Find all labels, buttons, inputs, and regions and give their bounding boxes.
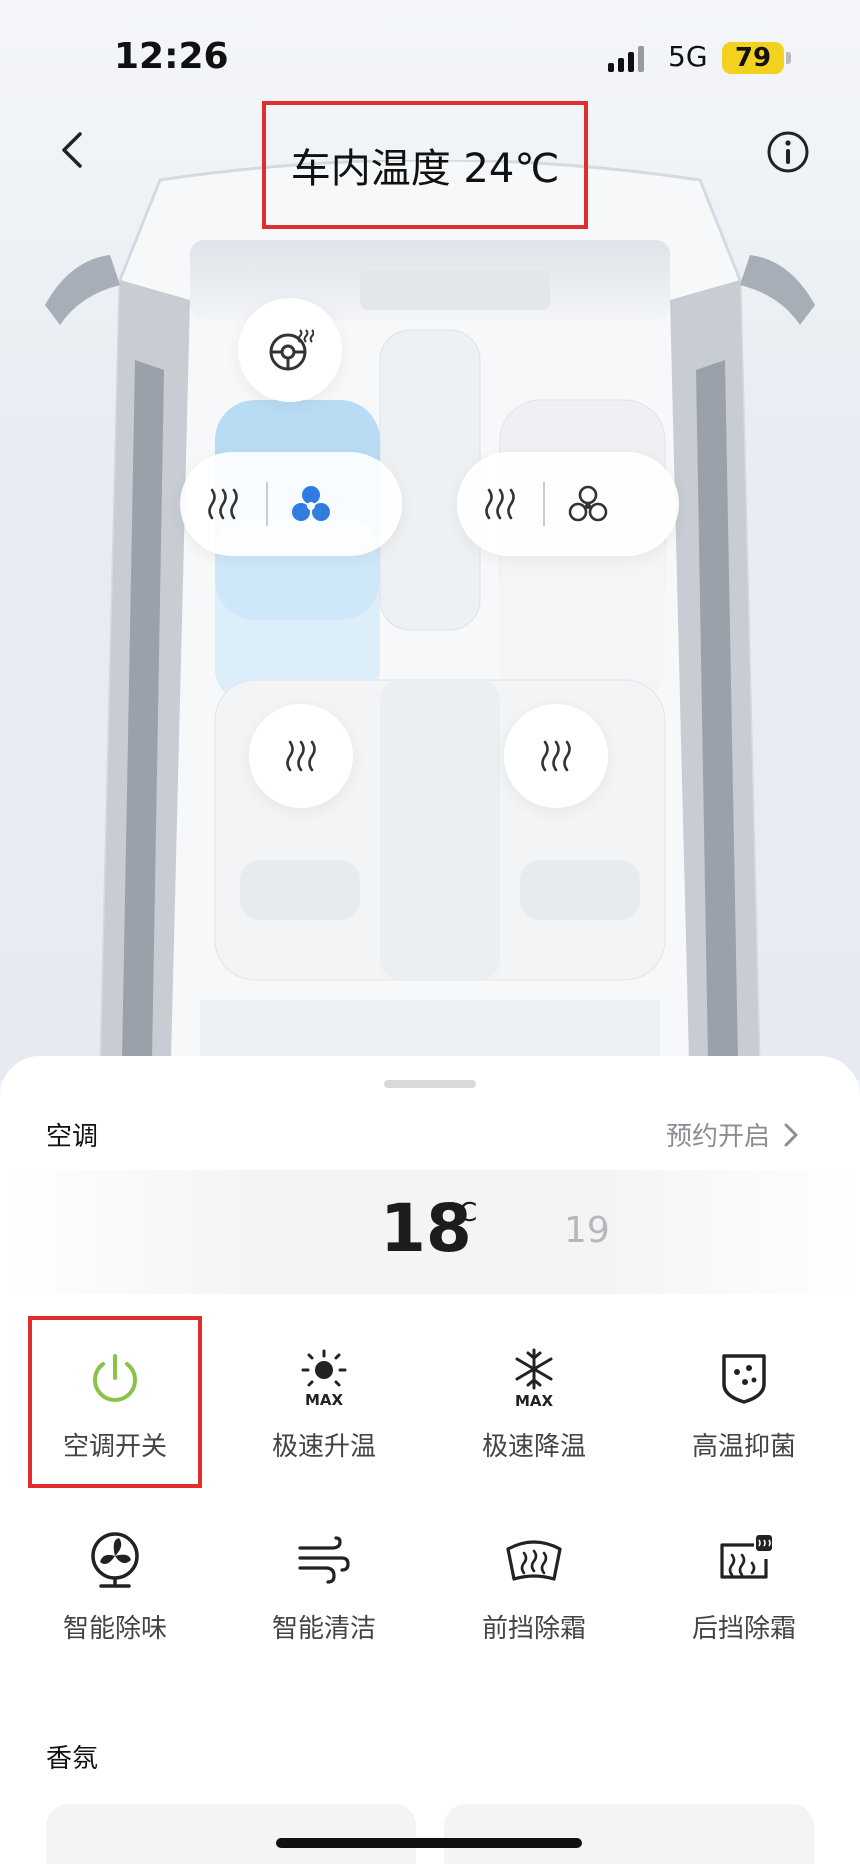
- rear-left-seat-heat-button[interactable]: [249, 704, 353, 808]
- high-temp-sterilize-button[interactable]: 高温抑菌: [664, 1346, 824, 1496]
- ac-power-button[interactable]: 空调开关: [35, 1346, 195, 1496]
- control-label: 空调开关: [62, 1432, 167, 1462]
- battery-level: 79: [722, 42, 784, 74]
- control-label: 极速升温: [271, 1432, 376, 1462]
- network-type: 5G: [668, 40, 708, 73]
- seat-heat-icon: [485, 488, 515, 520]
- rapid-heat-button[interactable]: MAX 极速升温: [244, 1346, 404, 1496]
- control-label: 后挡除霜: [691, 1614, 796, 1644]
- chevron-right-icon: [784, 1123, 798, 1146]
- schedule-label: 预约开启: [666, 1122, 771, 1152]
- control-label: 极速降温: [481, 1432, 586, 1462]
- car-top-view-illustration: [45, 160, 815, 1080]
- snowflake-max-icon: MAX: [502, 1346, 566, 1410]
- power-icon: [83, 1346, 147, 1410]
- shield-dots-icon: [712, 1346, 776, 1410]
- passenger-seat-vent-button[interactable]: [545, 452, 631, 556]
- seat-heat-icon: [208, 488, 238, 520]
- status-time: 12:26: [114, 36, 229, 77]
- front-defrost-button[interactable]: 前挡除霜: [454, 1528, 614, 1678]
- sun-max-icon: MAX: [292, 1346, 356, 1410]
- sheet-drag-handle[interactable]: [384, 1080, 476, 1088]
- driver-seat-vent-button[interactable]: [268, 452, 354, 556]
- driver-seat-controls: [180, 452, 402, 556]
- steering-wheel-heat-button[interactable]: [238, 298, 342, 402]
- status-bar: 12:26 5G 79: [0, 0, 860, 110]
- rapid-cool-button[interactable]: MAX 极速降温: [454, 1346, 614, 1496]
- seat-heat-icon: [286, 740, 316, 772]
- wind-icon: [292, 1528, 356, 1592]
- max-text: MAX: [515, 1392, 554, 1408]
- control-label: 前挡除霜: [481, 1614, 586, 1644]
- passenger-seat-heat-button[interactable]: [457, 452, 543, 556]
- fragrance-card-left[interactable]: [46, 1804, 416, 1864]
- max-text: MAX: [305, 1391, 344, 1408]
- rear-defrost-button[interactable]: 后挡除霜: [664, 1528, 824, 1678]
- control-label: 高温抑菌: [691, 1432, 796, 1462]
- next-temperature-option[interactable]: 19: [564, 1210, 610, 1251]
- passenger-seat-controls: [457, 452, 679, 556]
- chevron-left-icon[interactable]: [52, 128, 96, 172]
- page-title: 车内温度 24℃: [290, 146, 560, 192]
- fan-icon: [83, 1528, 147, 1592]
- home-indicator[interactable]: [276, 1838, 582, 1848]
- driver-seat-heat-button[interactable]: [180, 452, 266, 556]
- battery-tip: [786, 52, 791, 64]
- cabin-view: 12:26 5G 79 车内温度 24℃: [0, 0, 860, 1080]
- info-icon[interactable]: [764, 128, 812, 176]
- schedule-start-link[interactable]: 预约开启: [666, 1116, 800, 1153]
- front-defrost-icon: [502, 1528, 566, 1592]
- seat-heat-icon: [541, 740, 571, 772]
- smart-deodorize-button[interactable]: 智能除味: [35, 1528, 195, 1678]
- smart-clean-button[interactable]: 智能清洁: [244, 1528, 404, 1678]
- fragrance-section-title: 香氛: [46, 1744, 99, 1774]
- control-label: 智能清洁: [271, 1614, 376, 1644]
- rear-right-seat-heat-button[interactable]: [504, 704, 608, 808]
- climate-section-title: 空调: [46, 1122, 99, 1152]
- temperature-unit: °C: [446, 1198, 478, 1228]
- seat-vent-fan-icon: [292, 486, 330, 521]
- seat-vent-fan-icon: [568, 485, 608, 522]
- fragrance-card-right[interactable]: [444, 1804, 814, 1864]
- steering-wheel-heat-icon: [269, 329, 314, 371]
- control-label: 智能除味: [62, 1614, 167, 1644]
- rear-defrost-icon: [712, 1528, 776, 1592]
- cell-signal-icon: [608, 46, 644, 72]
